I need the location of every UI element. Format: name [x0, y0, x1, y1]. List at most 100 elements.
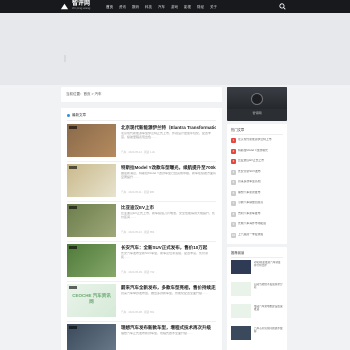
recommend-item[interactable]: 2023年新能源汽车销量排行榜出炉	[231, 260, 283, 278]
post-title[interactable]: 蔚来汽车全新发布，多款车型亮相，售价持续走高	[121, 285, 216, 290]
post-title[interactable]: 长安汽车：全新SUV正式发布，售价10万起	[121, 245, 216, 250]
rank-badge: 4	[231, 169, 236, 175]
hot-item[interactable]: 5 蔚来多款车型亮相	[231, 179, 283, 187]
hot-item[interactable]: 1 北京现代新能源伊兰特上市	[231, 137, 283, 145]
hot-item[interactable]: 2 特斯拉Model Y改款曝光	[231, 148, 283, 156]
post-thumbnail[interactable]	[67, 124, 116, 157]
post-excerpt: 理想汽车正式发布新款车型，增程式技术全面升级……	[121, 332, 194, 335]
nav-item[interactable]: 影视	[184, 5, 191, 9]
hot-item-text[interactable]: 特斯拉Model Y改款曝光	[238, 149, 283, 152]
post-excerpt: 北京现代新能源车型伊兰特正式上市，外观设计更加年轻化，配置丰富，续航里程表现出色…	[121, 132, 212, 139]
recommend-text[interactable]: 自动驾驶技术发展现状分析	[254, 283, 283, 293]
post-thumbnail[interactable]: CEOCHE 汽车资讯网	[67, 284, 116, 317]
divider	[67, 161, 216, 162]
avatar[interactable]	[251, 93, 263, 105]
rank-badge: 5	[231, 180, 236, 185]
divider	[231, 257, 283, 258]
post-meta: 汽车 · 2023-05-08 · 阅读 651	[121, 311, 155, 314]
post-item[interactable]: CEOCHE 汽车资讯网 蔚来汽车全新发布，多款车型亮相，售价持续走高 蔚来汽车…	[67, 284, 216, 322]
recommend-text[interactable]: 2023年新能源汽车销量排行榜出炉	[254, 261, 283, 271]
rank-badge: 6	[231, 190, 236, 196]
divider	[67, 241, 216, 242]
thumb-tag	[69, 126, 77, 129]
nav-item[interactable]: 资讯	[119, 5, 126, 9]
profile-name: 智评网	[252, 111, 262, 115]
nav-item[interactable]: 首页	[106, 5, 113, 9]
hot-item[interactable]: 10 上汽集团一季度财报	[231, 232, 283, 240]
hot-item-text[interactable]: 蔚来多款车型亮相	[238, 180, 283, 183]
site-subtitle: zhi ping wang	[72, 6, 91, 10]
recommend-thumbnail[interactable]	[231, 304, 251, 318]
thumb-tag	[69, 166, 77, 169]
nav-item[interactable]: 科技	[145, 5, 152, 9]
post-title[interactable]: 比亚迪汉EV上市	[121, 205, 216, 210]
recommend-item[interactable]: 汽车芯片短缺问题逐步缓解	[231, 326, 283, 344]
post-thumbnail[interactable]	[67, 244, 116, 277]
nav-item[interactable]: 财经	[197, 5, 204, 9]
rank-badge: 2	[231, 148, 236, 154]
nav-item[interactable]: 游戏	[171, 5, 178, 9]
section-title: 最新文章	[67, 113, 86, 117]
hot-item[interactable]: 3 比亚迪汉EV正式上市	[231, 158, 283, 166]
recommend-text[interactable]: 电动汽车充电桩建设加速推进	[254, 305, 283, 315]
site-logo-icon[interactable]	[60, 2, 69, 11]
rank-badge: 10	[231, 232, 236, 238]
post-item[interactable]: 特斯拉Model Y改款车型曝光，续航提升至700km 据最新消息，特斯拉Mod…	[67, 164, 216, 202]
rank-badge: 8	[231, 211, 236, 217]
hot-item-text[interactable]: 长安全新SUV发布	[238, 170, 283, 173]
recommend-text[interactable]: 汽车芯片短缺问题逐步缓解	[254, 327, 283, 337]
thumb-tag	[69, 206, 77, 209]
hot-item-text[interactable]: 北京现代新能源伊兰特上市	[238, 138, 283, 141]
breadcrumb[interactable]: 当前位置：首页 > 汽车	[66, 92, 102, 96]
section-dot-icon	[67, 113, 70, 117]
post-meta: 汽车 · 2023-05-10 · 阅读 854	[121, 231, 155, 234]
hot-item-text[interactable]: 上汽集团一季度财报	[238, 233, 283, 236]
hot-item[interactable]: 6 理想汽车新款发布	[231, 190, 283, 198]
recommend-title: 推荐阅读	[231, 251, 245, 255]
post-excerpt: 比亚迪汉EV正式上市，新车搭载刀片电池，安全性能得到大幅提升，售价区间……	[121, 212, 216, 219]
post-item[interactable]: 比亚迪汉EV上市 比亚迪汉EV正式上市，新车搭载刀片电池，安全性能得到大幅提升，…	[67, 204, 216, 242]
recommend-item[interactable]: 自动驾驶技术发展现状分析	[231, 282, 283, 300]
hot-item[interactable]: 4 长安全新SUV发布	[231, 169, 283, 177]
post-thumbnail[interactable]	[67, 164, 116, 197]
post-thumbnail[interactable]	[67, 204, 116, 237]
article-list-panel: 最新文章 北京现代新能源伊兰特（Elantra Transformation） …	[61, 108, 222, 350]
hot-item[interactable]: 8 吉利汽车新车发布	[231, 211, 283, 219]
recommend-thumbnail[interactable]	[231, 260, 251, 274]
hot-articles-panel: 热门文章 1 北京现代新能源伊兰特上市 2 特斯拉Model Y改款曝光 3 比亚迪…	[227, 124, 287, 244]
post-meta: 汽车 · 2023-05-09 · 阅读 732	[121, 271, 155, 274]
nav-item[interactable]: 数码	[132, 5, 139, 9]
hot-item-text[interactable]: 理想汽车新款发布	[238, 191, 283, 194]
post-item[interactable]: 长安汽车：全新SUV正式发布，售价10万起 长安汽车发布全新SUV车型，新车定位…	[67, 244, 216, 282]
nav-item[interactable]: 关于	[210, 5, 217, 9]
hot-item-text[interactable]: 比亚迪汉EV正式上市	[238, 159, 283, 162]
breadcrumb-panel: 当前位置：首页 > 汽车	[61, 87, 222, 102]
recommend-item[interactable]: 电动汽车充电桩建设加速推进	[231, 304, 283, 322]
hot-item[interactable]: 9 长城汽车海外市场拓展	[231, 221, 283, 229]
hot-item-text[interactable]: 长城汽车海外市场拓展	[238, 222, 283, 225]
post-item[interactable]: 理想汽车发布新款车型，增程式技术再次升级 理想汽车正式发布新款车型，增程式技术全…	[67, 324, 216, 350]
post-excerpt: 据最新消息，特斯拉Model Y改款车型已经完成申报，新车在续航方面有显著提升……	[121, 172, 216, 179]
recommend-panel: 推荐阅读 2023年新能源汽车销量排行榜出炉 自动驾驶技术发展现状分析 电动汽车…	[227, 247, 287, 350]
hot-item-text[interactable]: 吉利汽车新车发布	[238, 212, 283, 215]
top-navbar: 智评网 zhi ping wang 首页 资讯 数码 科技 汽车 游戏 影视 财经 关于	[0, 0, 350, 13]
rank-badge: 9	[231, 222, 236, 227]
post-item[interactable]: 北京现代新能源伊兰特（Elantra Transformation） 北京现代新…	[67, 124, 216, 162]
divider	[67, 120, 216, 121]
hot-item[interactable]: 7 小鹏汽车销量创新高	[231, 200, 283, 208]
recommend-thumbnail[interactable]	[231, 326, 251, 340]
post-title[interactable]: 北京现代新能源伊兰特（Elantra Transformation）	[121, 125, 216, 130]
nav-item[interactable]: 汽车	[158, 5, 165, 9]
post-title[interactable]: 特斯拉Model Y改款车型曝光，续航提升至700km	[121, 165, 216, 170]
post-thumbnail[interactable]	[67, 324, 116, 350]
post-meta: 汽车 · 2023-05-11 · 阅读 986	[121, 191, 155, 194]
thumb-tag	[69, 326, 77, 329]
main-nav: 首页 资讯 数码 科技 汽车 游戏 影视 财经 关于	[106, 0, 217, 13]
search-icon[interactable]	[279, 3, 286, 10]
post-title[interactable]: 理想汽车发布新款车型，增程式技术再次升级	[121, 325, 216, 330]
hot-item-text[interactable]: 小鹏汽车销量创新高	[238, 201, 283, 204]
divider	[231, 134, 283, 135]
post-excerpt: 长安汽车发布全新SUV车型，新车定位紧凑级，配置丰富，售价亲民……	[121, 252, 209, 259]
rank-badge: 1	[231, 138, 236, 143]
recommend-thumbnail[interactable]	[231, 282, 251, 296]
